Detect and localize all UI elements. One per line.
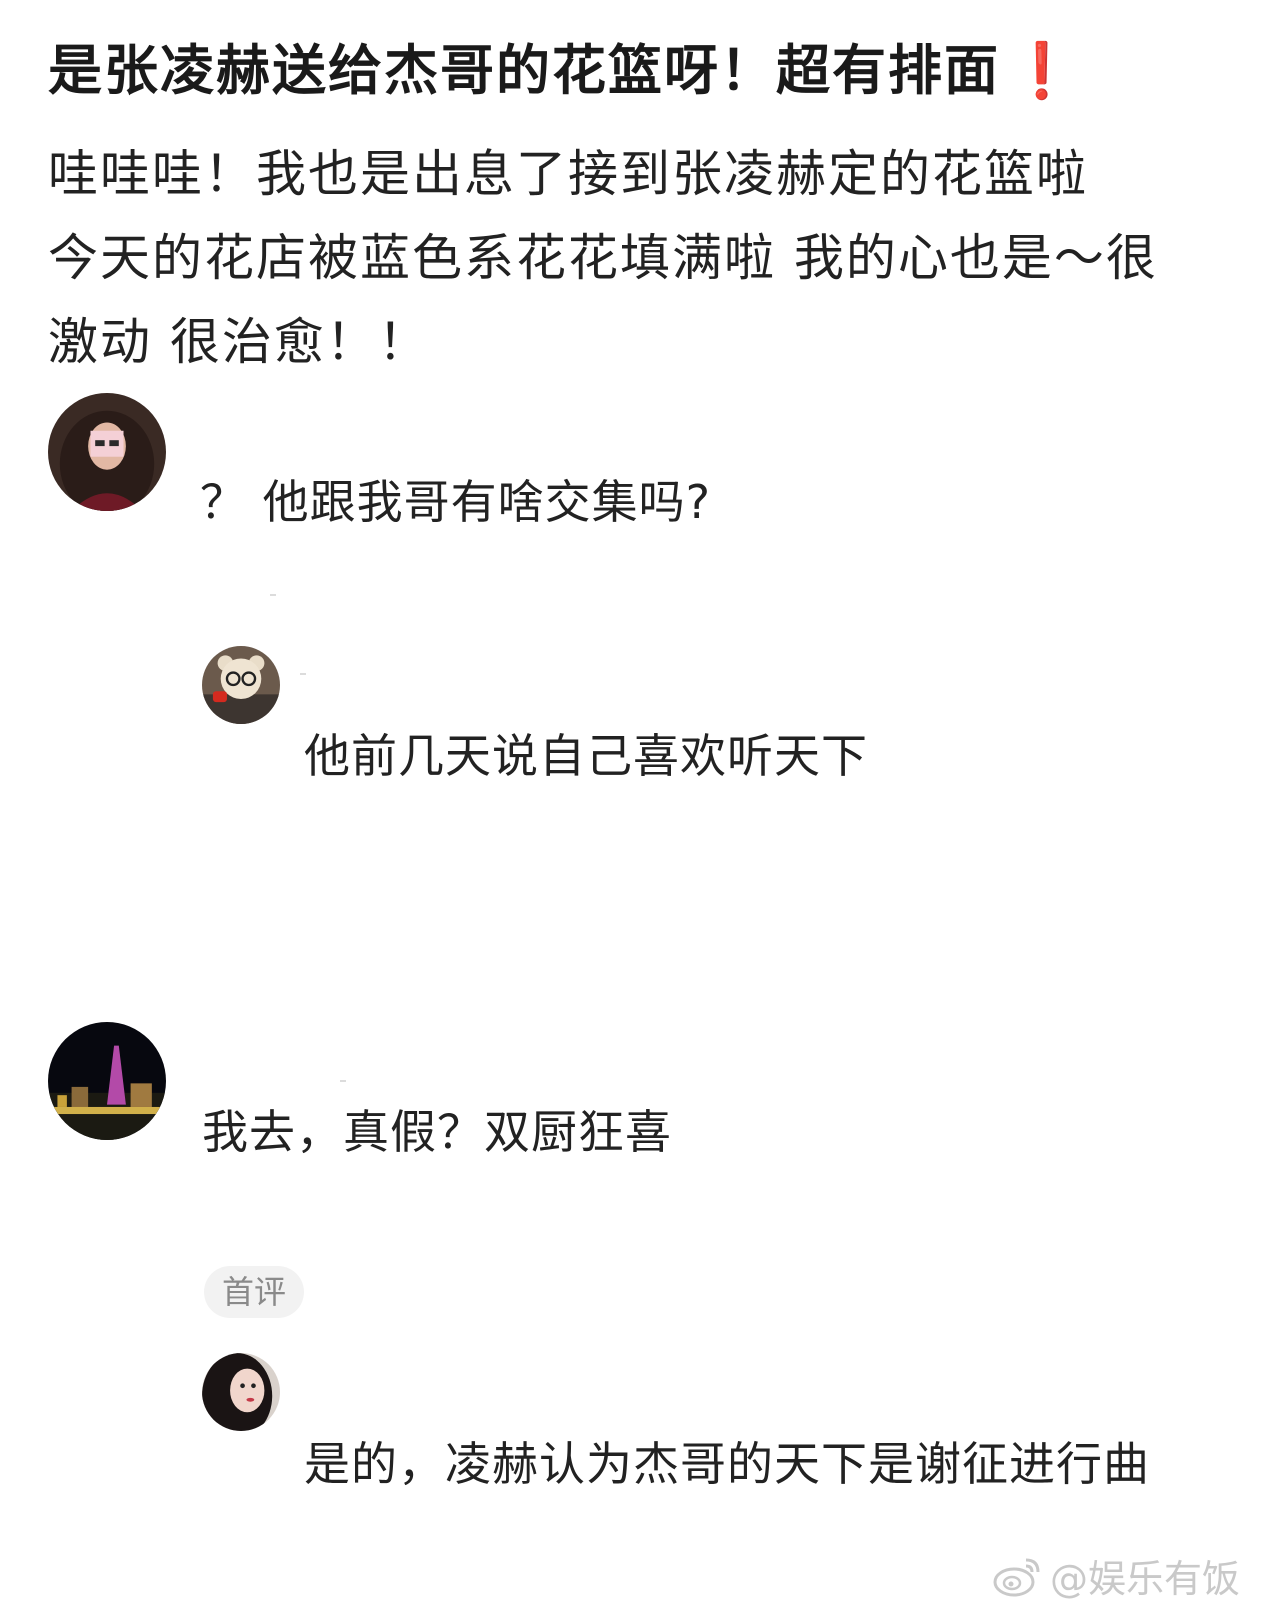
avatar-girl-icon [202,1353,280,1431]
comment-text: 我去，真假？双厨狂喜 [202,1105,672,1159]
post-body-line: 今天的花店被蓝色系花花填满啦 我的心也是～很 [48,229,1158,287]
replier-avatar[interactable] [202,646,280,724]
post-body-line: 哇哇哇！我也是出息了接到张凌赫定的花篮啦 [48,145,1088,203]
avatar-photo-icon [48,393,166,511]
divider [270,594,276,596]
reply-text: 是的，凌赫认为杰哥的天下是谢征进行曲 [304,1437,1150,1491]
replier-avatar[interactable] [202,1353,280,1431]
first-comment-badge: 首评 [204,1266,304,1318]
watermark-text: @娱乐有饭 [1049,1556,1240,1601]
post-body: 哇哇哇！我也是出息了接到张凌赫定的花篮啦 今天的花店被蓝色系花花填满啦 我的心也… [48,132,1248,384]
reply-text: 他前几天说自己喜欢听天下 [304,729,868,783]
exclamation-icon: ❗ [1008,39,1078,102]
watermark: @娱乐有饭 [992,1548,1240,1602]
weibo-logo-icon [993,1558,1040,1597]
avatar-bear-icon [202,646,280,724]
post-title: 是张凌赫送给杰哥的花篮呀！超有排面 ❗ [48,36,1248,106]
post-title-text: 是张凌赫送给杰哥的花篮呀！超有排面 [48,39,1000,102]
post-body-line: 激动 很治愈！！ [48,313,430,371]
comment-text: ？ 他跟我哥有啥交集吗? [200,475,712,529]
commenter-avatar[interactable] [48,1022,166,1140]
divider [340,1080,346,1082]
commenter-avatar[interactable] [48,393,166,511]
divider [300,673,306,675]
avatar-night-city-icon [48,1022,166,1140]
